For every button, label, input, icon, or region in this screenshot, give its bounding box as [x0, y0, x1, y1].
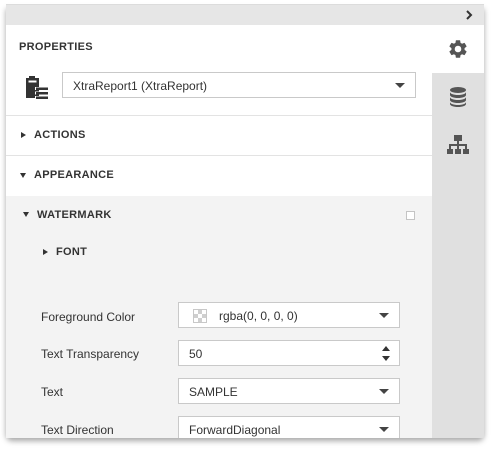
chevron-down-icon — [379, 389, 389, 394]
watermark-checkbox[interactable] — [406, 211, 415, 220]
group-watermark-label: WATERMARK — [37, 209, 112, 221]
tab-report-explorer[interactable] — [432, 121, 484, 169]
appearance-content: WATERMARK FONT Foreground Color rgba(0, … — [6, 196, 432, 438]
spin-down-icon[interactable] — [381, 354, 391, 364]
section-actions[interactable]: ACTIONS — [6, 115, 432, 155]
collapse-down-icon — [23, 212, 29, 217]
foreground-color-label: Foreground Color — [41, 310, 136, 324]
hierarchy-icon — [447, 135, 469, 154]
database-icon — [450, 87, 466, 107]
chevron-right-icon — [466, 10, 473, 20]
collapse-down-icon — [20, 173, 26, 178]
report-icon — [25, 75, 51, 101]
gear-icon — [449, 40, 467, 58]
text-label: Text — [41, 385, 64, 399]
report-selector-value: XtraReport1 (XtraReport) — [73, 79, 208, 93]
group-font[interactable]: FONT — [6, 234, 432, 270]
text-transparency-spinner[interactable]: 50 — [178, 340, 400, 366]
text-transparency-value: 50 — [189, 347, 203, 361]
text-direction-value: ForwardDiagonal — [189, 423, 281, 437]
text-direction-label: Text Direction — [41, 423, 114, 437]
group-font-label: FONT — [56, 246, 88, 258]
group-watermark[interactable]: WATERMARK — [6, 196, 432, 234]
panel-top-bar — [6, 5, 484, 25]
properties-main: PROPERTIES XtraReport1 (XtraReport) ACTI… — [6, 25, 432, 438]
properties-panel: PROPERTIES XtraReport1 (XtraReport) ACTI… — [6, 4, 484, 438]
section-appearance[interactable]: APPEARANCE — [6, 155, 432, 195]
tab-properties[interactable] — [432, 25, 484, 73]
panel-sidebar — [432, 25, 484, 438]
section-appearance-label: APPEARANCE — [34, 169, 115, 181]
text-dropdown[interactable]: SAMPLE — [178, 378, 400, 404]
text-value: SAMPLE — [189, 385, 238, 399]
color-swatch — [193, 309, 207, 323]
expand-right-icon — [43, 249, 48, 255]
chevron-down-icon — [395, 83, 405, 88]
chevron-down-icon — [379, 427, 389, 432]
collapse-panel-button[interactable] — [462, 8, 476, 22]
foreground-color-value: rgba(0, 0, 0, 0) — [219, 309, 298, 323]
tab-field-list[interactable] — [432, 73, 484, 121]
section-actions-label: ACTIONS — [34, 129, 86, 141]
panel-title: PROPERTIES — [19, 41, 93, 53]
foreground-color-dropdown[interactable]: rgba(0, 0, 0, 0) — [178, 302, 400, 328]
chevron-down-icon — [379, 313, 389, 318]
report-selector-dropdown[interactable]: XtraReport1 (XtraReport) — [62, 72, 416, 98]
spin-up-icon[interactable] — [381, 344, 391, 354]
text-transparency-label: Text Transparency — [41, 347, 140, 361]
text-direction-dropdown[interactable]: ForwardDiagonal — [178, 416, 400, 438]
expand-right-icon — [21, 132, 26, 138]
